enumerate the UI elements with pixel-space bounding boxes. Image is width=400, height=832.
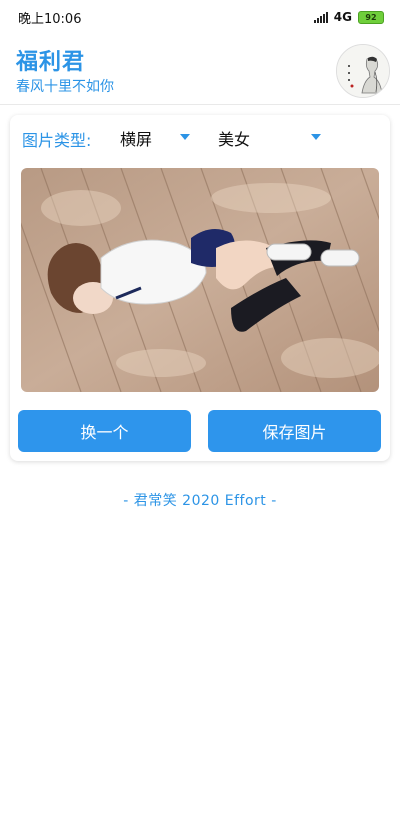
status-time: 晚上10:06 [18,11,82,27]
chevron-down-icon[interactable] [180,134,190,140]
status-bar: 晚上10:06 4G 92 [0,0,400,34]
orientation-dropdown[interactable]: 横屏 [120,127,152,149]
app-header: 福利君 春风十里不如你 [0,34,400,104]
app-title: 福利君 [16,50,86,75]
change-image-button[interactable]: 换一个 [18,410,191,452]
image-card: 图片类型: 横屏 美女 换一个 保存图片 [10,115,390,461]
network-type: 4G [333,10,352,24]
footer-credit: - 君常笑 2020 Effort - [123,493,277,509]
status-indicators: 4G 92 [313,10,384,24]
category-dropdown-value: 美女 [218,130,251,149]
wallpaper-image[interactable] [21,168,379,392]
image-type-label: 图片类型: [22,131,92,150]
app-subtitle: 春风十里不如你 [16,79,114,95]
ink-portrait-icon [337,45,389,97]
avatar[interactable] [336,44,390,98]
signal-icon [313,11,328,23]
chevron-down-icon[interactable] [311,134,321,140]
orientation-dropdown-value: 横屏 [120,130,153,149]
photo-girl-icon [21,168,379,392]
category-dropdown[interactable]: 美女 [218,127,250,149]
header-divider [0,104,400,105]
battery-icon: 92 [358,10,384,24]
image-type-row: 图片类型: 横屏 美女 [10,115,390,159]
save-image-button[interactable]: 保存图片 [208,410,381,452]
